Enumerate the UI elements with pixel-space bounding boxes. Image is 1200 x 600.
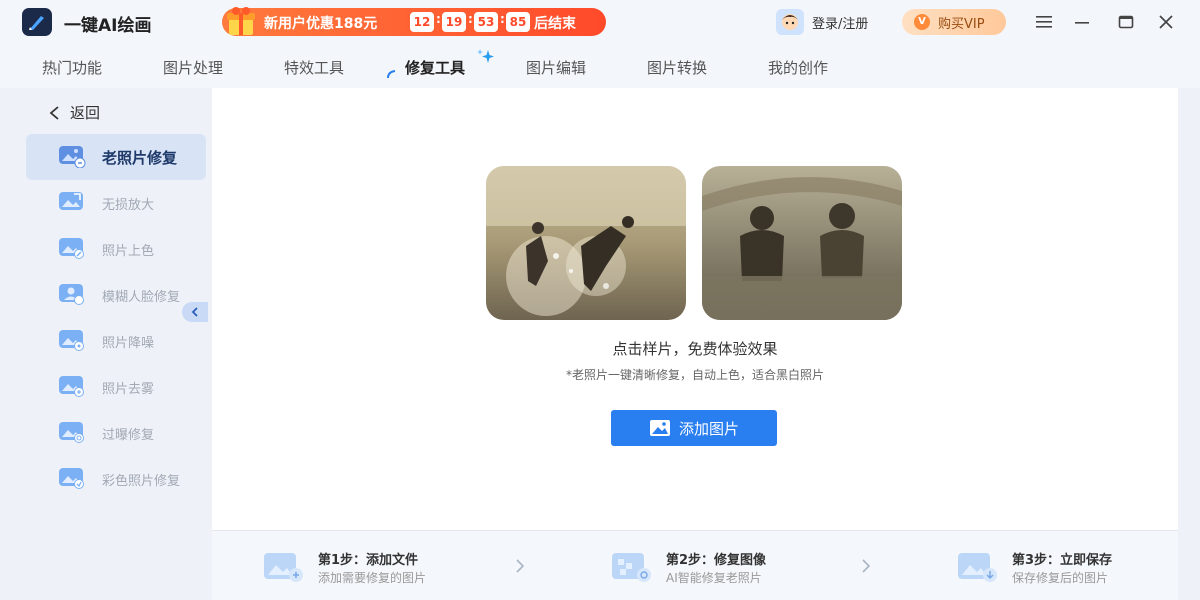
app-logo-icon [22,8,52,36]
tab-image-edit[interactable]: 图片编辑 [526,57,586,78]
step-3-sub: 保存修复后的图片 [1012,571,1109,585]
tab-repair-tools[interactable]: 修复工具 [405,57,465,78]
sidebar-item-denoise[interactable]: 照片降噪 [26,318,206,364]
tab-bar: 热门功能 图片处理 特效工具 修复工具 图片编辑 图片转换 我的创作 [0,44,1200,88]
sidebar-item-label: 无损放大 [102,198,155,213]
step-2-title: 第2步：修复图像 [666,553,767,568]
vip-icon: V [914,14,930,30]
tab-hot[interactable]: 热门功能 [42,57,102,78]
vip-label: 购买VIP [938,16,985,32]
step-2-sub: AI智能修复老照片 [666,571,762,585]
sidebar-item-color-photo-repair[interactable]: 彩色照片修复 [26,456,206,502]
repair-image-icon [612,553,651,582]
add-image-button[interactable]: 添加图片 [611,410,777,446]
buy-vip-button[interactable]: V 购买VIP [902,9,1006,35]
sidebar-item-label: 彩色照片修复 [102,474,181,489]
app-title: 一键AI绘画 [64,16,152,36]
sidebar-item-label: 过曝修复 [102,428,155,443]
add-file-icon [264,553,303,582]
menu-icon[interactable] [1034,12,1054,32]
sidebar-item-dehaze[interactable]: 照片去雾 [26,364,206,410]
sparkle-icon [477,49,494,63]
promo-text: 新用户优惠188元 [264,16,378,32]
scrollbar-track[interactable] [1190,88,1200,600]
old-photo-icon [59,146,86,168]
add-image-label: 添加图片 [678,419,739,438]
colorize-icon [59,238,84,259]
tab-accent-icon [387,70,396,79]
save-icon [958,553,997,582]
collapse-sidebar-button[interactable] [182,302,208,322]
sample-image-girls-in-water [702,166,902,320]
sample-subcaption: *老照片一键清晰修复，自动上色，适合黑白照片 [565,368,824,382]
countdown-minutes: 19 [442,12,466,32]
sidebar-item-label: 模糊人脸修复 [102,290,181,305]
sidebar-item-lossless-upscale[interactable]: 无损放大 [26,180,206,226]
promo-end-text: 后结束 [534,16,576,32]
step-1-title: 第1步：添加文件 [318,553,419,568]
main-panel: 点击样片，免费体验效果 *老照片一键清晰修复，自动上色，适合黑白照片 添加图片 [212,88,1178,530]
sidebar-item-face-repair[interactable]: 模糊人脸修复 [26,272,206,318]
steps-bar: 第1步：添加文件 添加需要修复的图片 第2步：修复图像 AI智能修复老照片 第3… [212,530,1178,600]
sidebar-item-label: 老照片修复 [102,149,178,167]
countdown-seconds: 53 [474,12,498,32]
sample-caption: 点击样片，免费体验效果 [612,340,778,358]
back-label: 返回 [70,104,101,122]
sample-photo-2[interactable] [702,166,902,320]
tab-effects[interactable]: 特效工具 [284,57,344,78]
chevron-left-icon [191,307,198,317]
maximize-icon[interactable] [1116,12,1136,32]
back-button[interactable]: 返回 [48,102,100,123]
sidebar: 返回 老照片修复 无损放大 照片上色 模糊人脸修复 照片降噪 照片去雾 过曝修复… [22,88,210,600]
step-1-sub: 添加需要修复的图片 [318,571,427,585]
tab-my-creations[interactable]: 我的创作 [768,57,828,78]
tab-image-processing[interactable]: 图片处理 [163,57,223,78]
dehaze-icon [59,376,84,397]
sidebar-item-label: 照片去雾 [102,382,155,397]
sidebar-item-overexposure-repair[interactable]: 过曝修复 [26,410,206,456]
sidebar-item-label: 照片上色 [102,244,155,259]
chevron-right-icon [516,559,525,573]
gift-icon [227,7,255,35]
minimize-icon[interactable] [1072,12,1092,32]
sidebar-item-colorize[interactable]: 照片上色 [26,226,206,272]
step-3-title: 第3步：立即保存 [1012,553,1113,568]
sample-photo-1[interactable] [486,166,686,320]
countdown-centis: 85 [506,12,530,32]
denoise-icon [59,330,84,351]
title-bar: 一键AI绘画 新用户优惠188元 12 : 19 : 53 : 85 后结束 登… [0,0,1200,44]
avatar[interactable] [776,9,804,35]
upscale-icon [59,192,83,210]
sidebar-item-label: 照片降噪 [102,336,155,351]
sun-icon [59,422,84,443]
chevron-right-icon [862,559,871,573]
face-repair-icon [59,284,84,305]
sidebar-item-old-photo-repair[interactable]: 老照片修复 [26,134,206,180]
countdown-hours: 12 [410,12,434,32]
tab-image-convert[interactable]: 图片转换 [647,57,707,78]
login-link[interactable]: 登录/注册 [812,13,868,32]
promo-banner[interactable]: 新用户优惠188元 12 : 19 : 53 : 85 后结束 [222,7,606,36]
sample-image-kids-splashing [486,166,686,320]
close-icon[interactable] [1156,12,1176,32]
color-photo-icon [59,468,84,489]
image-icon [649,420,670,436]
chevron-left-icon [49,105,59,120]
